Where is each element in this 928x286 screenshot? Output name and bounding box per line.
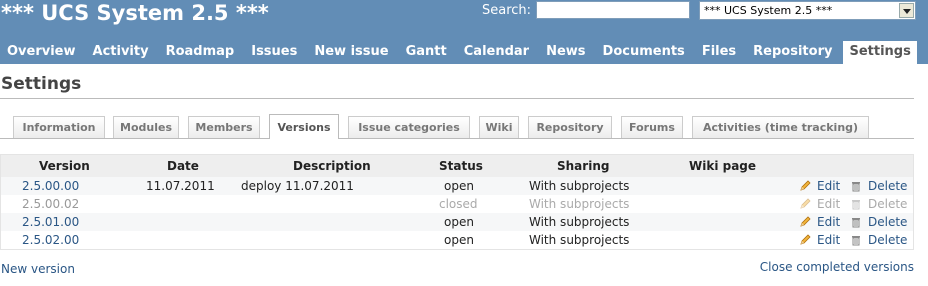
settings-tabs: Information Modules Members Versions Iss… — [0, 114, 914, 140]
menu-new-issue[interactable]: New issue — [308, 41, 394, 64]
chevron-down-icon[interactable] — [899, 3, 914, 18]
menu-gantt[interactable]: Gantt — [400, 41, 453, 64]
edit-link[interactable]: Edit — [817, 233, 840, 247]
main-menu: Overview Activity Roadmap Issues New iss… — [0, 41, 922, 64]
tab-issue-categories[interactable]: Issue categories — [348, 116, 470, 138]
header: *** UCS System 2.5 *** Search: *** UCS S… — [0, 0, 928, 64]
table-row: 2.5.00.02 closed With subprojects Edit D… — [1, 195, 913, 213]
close-completed-versions-link[interactable]: Close completed versions — [760, 260, 914, 274]
tab-members[interactable]: Members — [188, 116, 260, 138]
edit-link[interactable]: Edit — [817, 215, 840, 229]
versions-table: Version Date Description Status Sharing … — [0, 154, 914, 250]
menu-calendar[interactable]: Calendar — [458, 41, 535, 64]
tabs-baseline — [0, 138, 914, 139]
trash-icon[interactable] — [850, 234, 862, 246]
tab-modules[interactable]: Modules — [113, 116, 179, 138]
search-label: Search: — [482, 3, 532, 18]
version-description: deploy 11.07.2011 — [241, 179, 354, 193]
edit-link[interactable]: Edit — [817, 179, 840, 193]
version-sharing: With subprojects — [529, 215, 630, 229]
delete-link[interactable]: Delete — [868, 197, 907, 211]
pencil-icon[interactable] — [799, 180, 811, 192]
version-sharing: With subprojects — [529, 179, 630, 193]
menu-documents[interactable]: Documents — [597, 41, 691, 64]
new-version-link[interactable]: New version — [1, 262, 75, 276]
tab-wiki[interactable]: Wiki — [479, 116, 519, 138]
version-link[interactable]: 2.5.00.02 — [22, 197, 79, 211]
trash-icon[interactable] — [850, 180, 862, 192]
tab-forums[interactable]: Forums — [621, 116, 683, 138]
column-wiki-page: Wiki page — [689, 159, 757, 173]
tab-information[interactable]: Information — [13, 116, 105, 138]
version-link[interactable]: 2.5.02.00 — [22, 233, 79, 247]
column-sharing: Sharing — [557, 159, 610, 173]
edit-link[interactable]: Edit — [817, 197, 840, 211]
pencil-icon[interactable] — [799, 198, 811, 210]
pencil-icon[interactable] — [799, 234, 811, 246]
column-description: Description — [293, 159, 371, 173]
pencil-icon[interactable] — [799, 216, 811, 228]
menu-settings[interactable]: Settings — [843, 41, 917, 64]
menu-issues[interactable]: Issues — [245, 41, 303, 64]
menu-files[interactable]: Files — [696, 41, 742, 64]
version-link[interactable]: 2.5.00.00 — [22, 179, 79, 193]
project-jump-value: *** UCS System 2.5 *** — [704, 4, 833, 17]
trash-icon[interactable] — [850, 198, 862, 210]
delete-link[interactable]: Delete — [868, 179, 907, 193]
menu-overview[interactable]: Overview — [1, 41, 82, 64]
version-date: 11.07.2011 — [146, 179, 215, 193]
title-divider — [0, 98, 914, 99]
tab-activities[interactable]: Activities (time tracking) — [692, 116, 869, 138]
version-status: open — [444, 179, 474, 193]
version-status: open — [444, 215, 474, 229]
project-title: *** UCS System 2.5 *** — [1, 1, 269, 25]
delete-link[interactable]: Delete — [868, 215, 907, 229]
column-version: Version — [39, 159, 90, 173]
delete-link[interactable]: Delete — [868, 233, 907, 247]
menu-repository[interactable]: Repository — [747, 41, 838, 64]
menu-roadmap[interactable]: Roadmap — [160, 41, 241, 64]
menu-news[interactable]: News — [540, 41, 591, 64]
version-link[interactable]: 2.5.01.00 — [22, 215, 79, 229]
column-date: Date — [167, 159, 199, 173]
version-status: open — [444, 233, 474, 247]
version-status: closed — [439, 197, 478, 211]
table-row: 2.5.01.00 open With subprojects Edit Del… — [1, 213, 913, 231]
search-input[interactable] — [536, 1, 690, 19]
page-title: Settings — [1, 74, 82, 94]
version-sharing: With subprojects — [529, 197, 630, 211]
menu-activity[interactable]: Activity — [87, 41, 155, 64]
project-jump-select[interactable]: *** UCS System 2.5 *** — [699, 1, 916, 20]
tab-repository[interactable]: Repository — [528, 116, 612, 138]
table-header: Version Date Description Status Sharing … — [1, 155, 913, 177]
column-status: Status — [439, 159, 483, 173]
trash-icon[interactable] — [850, 216, 862, 228]
table-row: 2.5.00.00 11.07.2011 deploy 11.07.2011 o… — [1, 177, 913, 195]
version-sharing: With subprojects — [529, 233, 630, 247]
tab-versions[interactable]: Versions — [269, 114, 339, 139]
table-row: 2.5.02.00 open With subprojects Edit Del… — [1, 231, 913, 249]
